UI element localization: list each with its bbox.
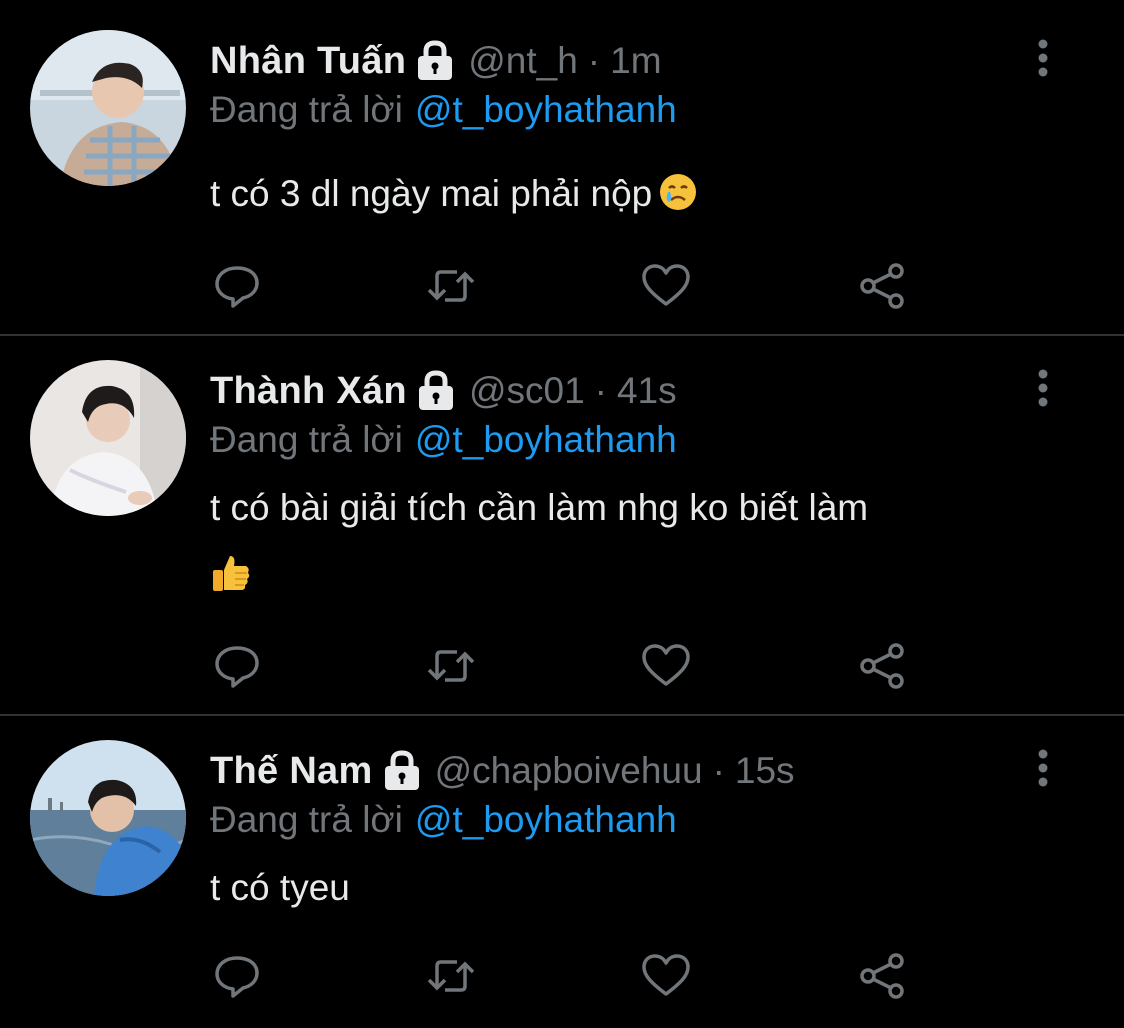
retweet-icon[interactable] xyxy=(425,260,477,312)
share-icon[interactable] xyxy=(856,950,908,1002)
lock-icon xyxy=(381,749,423,793)
like-icon[interactable] xyxy=(640,640,692,692)
tweet-text: t có 3 dl ngày mai phải nộp xyxy=(210,160,698,228)
separator-dot: · xyxy=(712,750,725,791)
display-name[interactable]: Nhân Tuấn xyxy=(210,40,406,83)
more-vertical-icon[interactable] xyxy=(1030,38,1056,78)
user-handle[interactable]: @chapboivehuu xyxy=(435,750,703,792)
display-name[interactable]: Thành Xán xyxy=(210,370,407,413)
tweet-text: t có tyeu xyxy=(210,854,350,922)
timestamp[interactable]: 15s xyxy=(735,750,795,792)
tweet-item[interactable]: Nhân Tuấn @nt_h · 1m Đang trả lời @t_boy… xyxy=(0,0,1124,334)
retweet-icon[interactable] xyxy=(425,950,477,1002)
like-icon[interactable] xyxy=(640,260,692,312)
retweet-icon[interactable] xyxy=(425,640,477,692)
tweet-text-line: t có bài giải tích cần làm nhg ko biết l… xyxy=(210,487,869,528)
separator-dot: · xyxy=(594,370,607,411)
like-icon[interactable] xyxy=(640,950,692,1002)
reply-prefix: Đang trả lời xyxy=(210,89,403,130)
share-icon[interactable] xyxy=(856,640,908,692)
more-vertical-icon[interactable] xyxy=(1030,748,1056,788)
tweet-item[interactable]: Thành Xán @sc01 · 41s Đang trả lời @t_bo… xyxy=(0,334,1124,714)
timestamp[interactable]: 1m xyxy=(610,40,661,82)
reply-mention-link[interactable]: @t_boyhathanh xyxy=(415,799,677,841)
user-handle[interactable]: @nt_h xyxy=(468,40,578,82)
timestamp[interactable]: 41s xyxy=(617,370,677,412)
tweet-text-line: t có tyeu xyxy=(210,867,350,908)
user-handle[interactable]: @sc01 xyxy=(469,370,585,412)
reply-prefix: Đang trả lời xyxy=(210,799,403,840)
tweet-text: t có bài giải tích cần làm nhg ko biết l… xyxy=(210,474,868,610)
tweet-text-line: t có 3 dl ngày mai phải nộp xyxy=(210,173,653,214)
reply-icon[interactable] xyxy=(211,260,263,312)
reply-prefix: Đang trả lời xyxy=(210,419,403,460)
reply-feed: Nhân Tuấn @nt_h · 1m Đang trả lời @t_boy… xyxy=(0,0,1124,1028)
lock-icon xyxy=(415,369,457,413)
avatar[interactable] xyxy=(30,740,186,896)
avatar[interactable] xyxy=(30,30,186,186)
reply-mention-link[interactable]: @t_boyhathanh xyxy=(415,419,677,461)
divider xyxy=(0,334,1124,336)
more-vertical-icon[interactable] xyxy=(1030,368,1056,408)
display-name[interactable]: Thế Nam xyxy=(210,750,373,793)
divider xyxy=(0,714,1124,716)
separator-dot: · xyxy=(587,40,601,81)
share-icon[interactable] xyxy=(856,260,908,312)
avatar[interactable] xyxy=(30,360,186,516)
reply-icon[interactable] xyxy=(211,640,263,692)
face-holding-back-tears-icon xyxy=(658,166,698,210)
thumbs-up-icon xyxy=(210,548,252,591)
reply-mention-link[interactable]: @t_boyhathanh xyxy=(415,89,677,131)
reply-icon[interactable] xyxy=(211,950,263,1002)
tweet-item[interactable]: Thế Nam @chapboivehuu · 15s Đang trả lời… xyxy=(0,714,1124,1028)
lock-icon xyxy=(414,39,456,83)
